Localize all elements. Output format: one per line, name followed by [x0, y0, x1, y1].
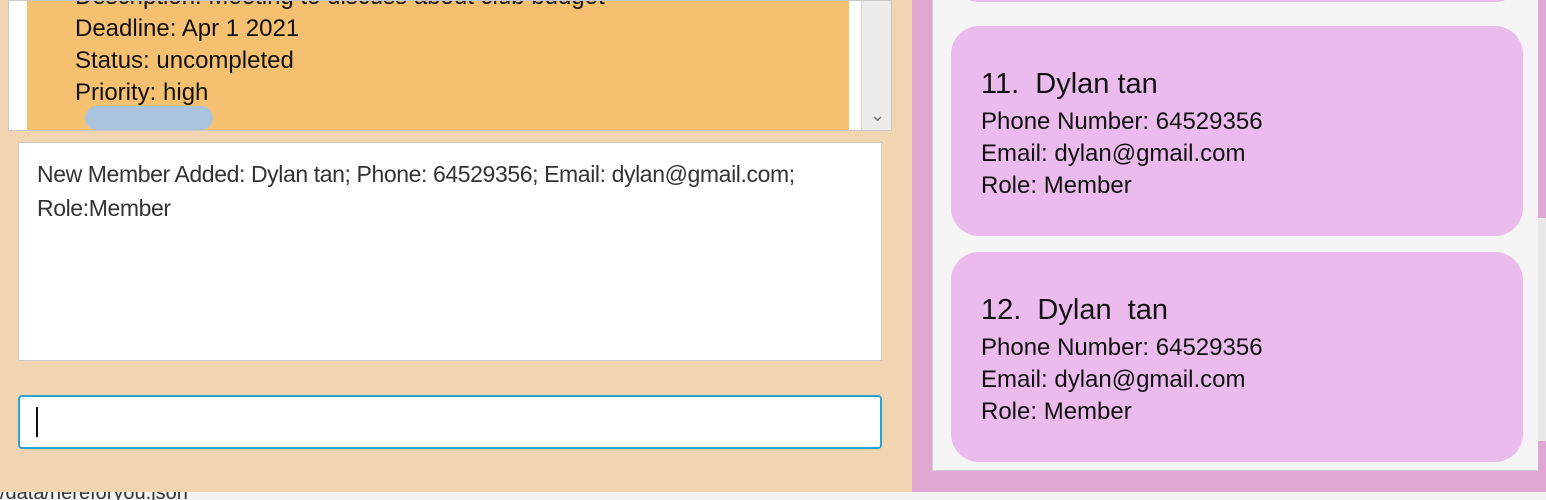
member-name: 11. Dylan tan	[981, 68, 1158, 100]
result-display: New Member Added: Dylan tan; Phone: 6452…	[18, 142, 882, 361]
left-pane: Description: Meeting to discuss about cl…	[0, 0, 912, 492]
list-item[interactable]: 11. Dylan tan Phone Number: 64529356 Ema…	[933, 18, 1538, 244]
member-phone: Phone Number: 64529356	[981, 108, 1263, 135]
command-input[interactable]	[18, 395, 882, 449]
status-bar-text: /data/hereforyou.json	[0, 492, 188, 500]
member-card[interactable]: 11. Dylan tan Phone Number: 64529356 Ema…	[951, 26, 1523, 236]
task-tag	[85, 106, 213, 130]
task-priority: Priority: high	[75, 79, 209, 106]
task-deadline: Deadline: Apr 1 2021	[75, 15, 300, 42]
member-email: Email: dylan@gmail.com	[981, 366, 1246, 393]
chevron-down-icon[interactable]: ⌄	[870, 106, 885, 124]
member-role: Role: Member	[981, 398, 1132, 425]
list-item[interactable]: 12. Dylan tan Phone Number: 64529356 Ema…	[933, 244, 1538, 470]
member-phone: Phone Number: 64529356	[981, 334, 1263, 361]
text-caret	[36, 407, 38, 437]
task-list-panel[interactable]: Description: Meeting to discuss about cl…	[8, 0, 892, 131]
result-text: New Member Added: Dylan tan; Phone: 6452…	[37, 161, 795, 221]
member-list-scrollbar[interactable]	[1538, 218, 1546, 441]
right-pane: 11. Dylan tan Phone Number: 64529356 Ema…	[932, 0, 1546, 492]
member-card-previous[interactable]	[951, 0, 1523, 2]
status-bar: /data/hereforyou.json	[0, 492, 1546, 500]
member-name: 12. Dylan tan	[981, 294, 1168, 326]
task-list-scrollbar[interactable]: ⌄	[861, 1, 891, 130]
split-pane-divider[interactable]	[912, 0, 932, 492]
member-role: Role: Member	[981, 172, 1132, 199]
task-description: Description: Meeting to discuss about cl…	[75, 1, 605, 11]
member-card[interactable]: 12. Dylan tan Phone Number: 64529356 Ema…	[951, 252, 1523, 462]
task-status: Status: uncompleted	[75, 47, 294, 74]
member-list-panel[interactable]: 11. Dylan tan Phone Number: 64529356 Ema…	[932, 0, 1538, 471]
list-item[interactable]	[933, 0, 1538, 18]
member-email: Email: dylan@gmail.com	[981, 140, 1246, 167]
task-card[interactable]: Description: Meeting to discuss about cl…	[27, 1, 849, 130]
